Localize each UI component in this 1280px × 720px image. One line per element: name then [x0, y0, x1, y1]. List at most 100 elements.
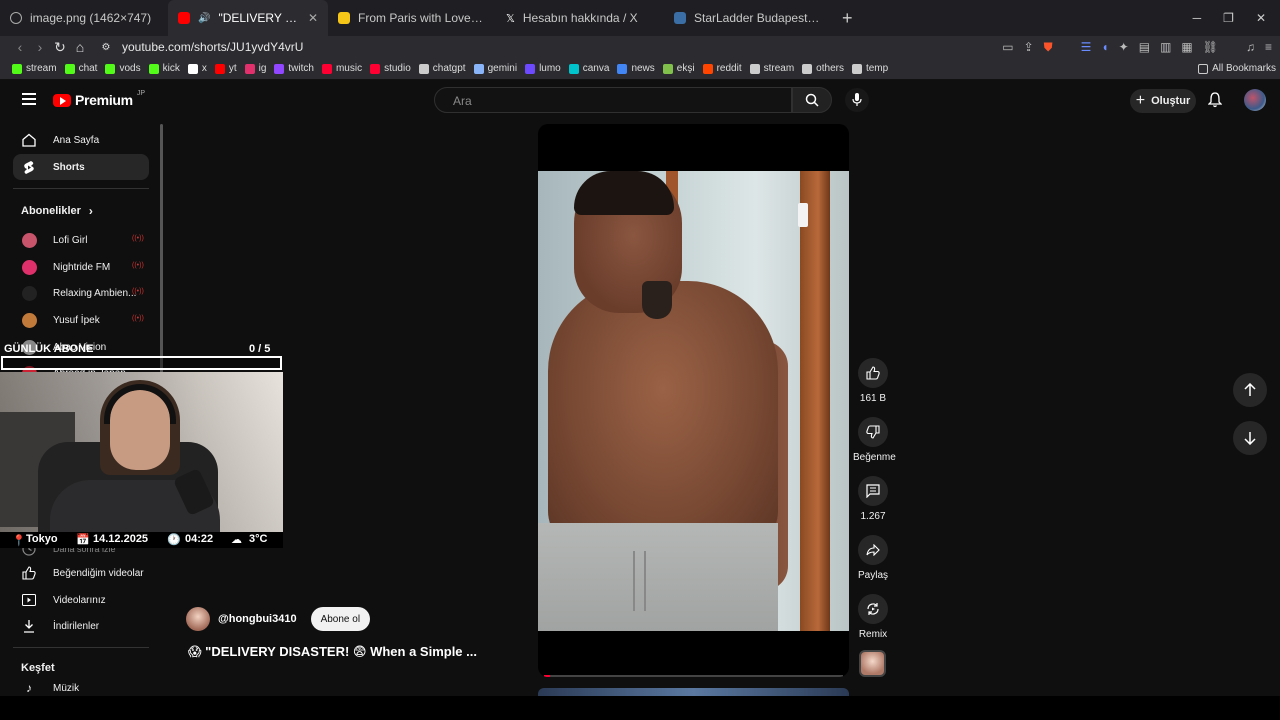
bookmark-chatgpt[interactable]: chatgpt: [418, 63, 466, 74]
video-frame[interactable]: [538, 171, 849, 631]
bookmark-lumo[interactable]: lumo: [525, 63, 561, 74]
bookmark-kick[interactable]: kick: [148, 63, 180, 74]
bookmark-reddit[interactable]: reddit: [702, 63, 742, 74]
new-tab-icon[interactable]: +: [832, 8, 863, 29]
sidebar-subscription[interactable]: Lofi Girl: [13, 227, 149, 253]
next-short-button[interactable]: [1233, 421, 1267, 455]
sidebar-item-music[interactable]: ♪ Müzik: [13, 680, 149, 696]
starladder-icon: [674, 12, 686, 24]
bookmark-temp[interactable]: temp: [851, 63, 888, 74]
notifications-bell-icon[interactable]: [1207, 92, 1223, 113]
sidebar-item-downloads[interactable]: İndirilenler: [13, 613, 149, 639]
subscription-label: Lofi Girl: [53, 234, 88, 246]
tab-image[interactable]: image.png (1462×747): [0, 0, 168, 36]
create-label: Oluştur: [1151, 95, 1191, 107]
bookmark-news[interactable]: news: [617, 63, 655, 74]
sidebar-item-shorts[interactable]: Shorts: [13, 154, 149, 180]
close-tab-icon[interactable]: ✕: [308, 11, 318, 25]
sidebar-subscription[interactable]: Yusuf İpek: [13, 307, 149, 333]
share-button[interactable]: Paylaş: [853, 535, 893, 581]
folder-icon: [1198, 63, 1209, 74]
sidebar-scrollbar[interactable]: [160, 124, 163, 374]
sidebar-item-your-videos[interactable]: Videolarınız: [13, 587, 149, 613]
tab-youtube-short[interactable]: 🔊 "DELIVERY DISASTER! 😨 ✕: [168, 0, 328, 36]
remix-button[interactable]: Remix: [853, 594, 893, 640]
bookmark-ekşi[interactable]: ekşi: [662, 63, 695, 74]
bookmarks-bar: stream chat vods kick x yt ig twitch music studio…: [0, 58, 1280, 80]
bookmark-chat[interactable]: chat: [64, 63, 97, 74]
bookmark-x[interactable]: x: [187, 63, 207, 74]
comments-button[interactable]: 1.267: [853, 476, 893, 522]
youtube-premium-logo[interactable]: Premium JP: [53, 89, 145, 108]
bookmark-ig[interactable]: ig: [244, 63, 266, 74]
extensions-icon[interactable]: ✦: [1119, 40, 1129, 55]
media-icon[interactable]: ♫: [1246, 40, 1255, 55]
back-icon[interactable]: ‹: [10, 39, 30, 55]
original-sound-thumbnail[interactable]: [859, 650, 886, 677]
bookmark-twitch[interactable]: twitch: [274, 63, 314, 74]
home-icon[interactable]: ⌂: [70, 39, 90, 55]
bookmark-stream[interactable]: stream: [12, 63, 57, 74]
sidebar-item-label: Müzik: [53, 682, 80, 694]
bookmark-stream[interactable]: stream: [749, 63, 794, 74]
voice-search-button[interactable]: [845, 88, 869, 112]
brave-shield-icon[interactable]: ⛊: [1044, 40, 1053, 55]
forward-icon[interactable]: ›: [30, 39, 50, 55]
minimize-icon[interactable]: ─: [1193, 11, 1202, 25]
wallet-icon[interactable]: ▦: [1181, 40, 1192, 55]
sidebar-item-liked-videos[interactable]: Beğendiğim videolar: [13, 560, 149, 586]
subscribe-button[interactable]: Abone ol: [310, 607, 371, 631]
like-button[interactable]: 161 B: [853, 358, 893, 404]
tab-imdb[interactable]: From Paris with Love (2010) - IMDb: [328, 0, 496, 36]
logo-country-code: JP: [136, 89, 145, 97]
daily-subscriber-goal-title: GÜNLÜK ABONE: [4, 343, 94, 355]
shorts-video-player[interactable]: [538, 124, 849, 677]
bookmark-icon: [214, 63, 225, 74]
search-placeholder: Ara: [453, 94, 472, 108]
sidebar-subscription[interactable]: Nightride FM: [13, 254, 149, 280]
dislike-button[interactable]: Beğenme: [853, 417, 896, 463]
search-button[interactable]: [792, 87, 832, 113]
bookmark-label: kick: [162, 63, 180, 74]
reload-icon[interactable]: ↻: [50, 39, 70, 56]
bookmark-gemini[interactable]: gemini: [473, 63, 517, 74]
bookmark-yt[interactable]: yt: [214, 63, 237, 74]
account-avatar[interactable]: [1244, 89, 1266, 111]
link-icon[interactable]: ⛓: [1203, 40, 1218, 55]
tab-x[interactable]: 𝕏 Hesabın hakkında / X: [496, 0, 664, 36]
sidebar-item-home[interactable]: Ana Sayfa: [13, 127, 149, 153]
create-button[interactable]: + Oluştur: [1130, 89, 1196, 113]
reader-icon[interactable]: ☰: [1081, 40, 1092, 55]
bookmark-studio[interactable]: studio: [370, 63, 411, 74]
close-window-icon[interactable]: ✕: [1256, 11, 1266, 25]
reading-list-icon[interactable]: ▥: [1160, 40, 1171, 55]
previous-short-button[interactable]: [1233, 373, 1267, 407]
menu-icon[interactable]: ≡: [1265, 40, 1272, 55]
bookmark-others[interactable]: others: [802, 63, 844, 74]
video-progress-bar[interactable]: [544, 675, 843, 677]
bookmark-music[interactable]: music: [321, 63, 362, 74]
url-field[interactable]: youtube.com/shorts/JU1yvdY4vrU: [122, 40, 303, 54]
bookmark-label: yt: [228, 63, 237, 74]
share-icon[interactable]: ⇪: [1024, 40, 1034, 55]
bookmark-vods[interactable]: vods: [105, 63, 141, 74]
next-short-preview[interactable]: [538, 688, 849, 696]
channel-avatar[interactable]: [186, 607, 210, 631]
short-title[interactable]: 😱 "DELIVERY DISASTER! 😨 When a Simple ..…: [188, 644, 477, 660]
all-bookmarks-button[interactable]: All Bookmarks: [1198, 63, 1276, 74]
hamburger-menu-icon[interactable]: [22, 93, 36, 108]
audio-icon[interactable]: ◖: [1101, 40, 1108, 55]
speaker-icon[interactable]: 🔊: [198, 13, 210, 24]
arrow-up-icon: [1244, 383, 1256, 396]
search-input[interactable]: Ara: [434, 87, 792, 113]
tab-starladder[interactable]: StarLadder Budapest Major 2025 ove: [664, 0, 832, 36]
sidebar-item-label: Videolarınız: [53, 594, 106, 606]
sidebar-subscription[interactable]: Relaxing Ambien...: [13, 280, 149, 306]
subscriptions-heading[interactable]: Abonelikler ›: [21, 204, 93, 218]
channel-name[interactable]: @hongbui3410: [218, 613, 297, 625]
cast-icon[interactable]: ▭: [1002, 40, 1013, 55]
bookmark-canva[interactable]: canva: [568, 63, 609, 74]
sidebar-icon[interactable]: ▤: [1139, 40, 1150, 55]
site-settings-icon[interactable]: ⚙: [96, 42, 116, 53]
restore-icon[interactable]: ❐: [1223, 11, 1234, 25]
